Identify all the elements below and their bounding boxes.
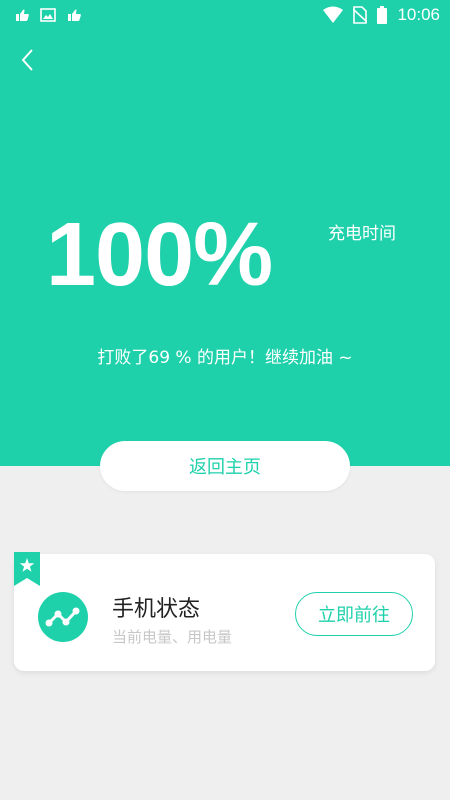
return-home-button[interactable]: 返回主页 [100,441,350,491]
status-time: 10:06 [397,5,440,24]
phone-status-icon [38,592,88,642]
hero-section: 10:06 100% 充电时间 打败了69 % 的用户！继续加油 ~ [0,0,450,466]
status-system-icons: 10:06 [323,5,440,25]
back-button[interactable] [12,44,44,76]
no-sim-icon [353,6,368,24]
chevron-left-icon [21,49,33,71]
wifi-icon [323,6,344,23]
beat-users-text: 打败了69 % 的用户！继续加油 ~ [97,348,353,368]
star-icon [14,552,40,586]
card-subtitle: 当前电量、用电量 [112,628,233,646]
battery-icon [377,6,388,24]
charge-time-label: 充电时间 [328,224,396,244]
status-bar: 10:06 [0,0,450,32]
go-now-button[interactable]: 立即前往 [295,592,413,636]
image-notification-icon [40,8,56,22]
phone-status-card[interactable]: 手机状态 当前电量、用电量 立即前往 [14,552,435,671]
app-notification-icon [68,9,81,21]
app-notification-icon [16,9,29,21]
status-notifications [14,7,82,23]
card-title: 手机状态 [112,597,201,622]
charge-percent: 100% [46,205,273,305]
